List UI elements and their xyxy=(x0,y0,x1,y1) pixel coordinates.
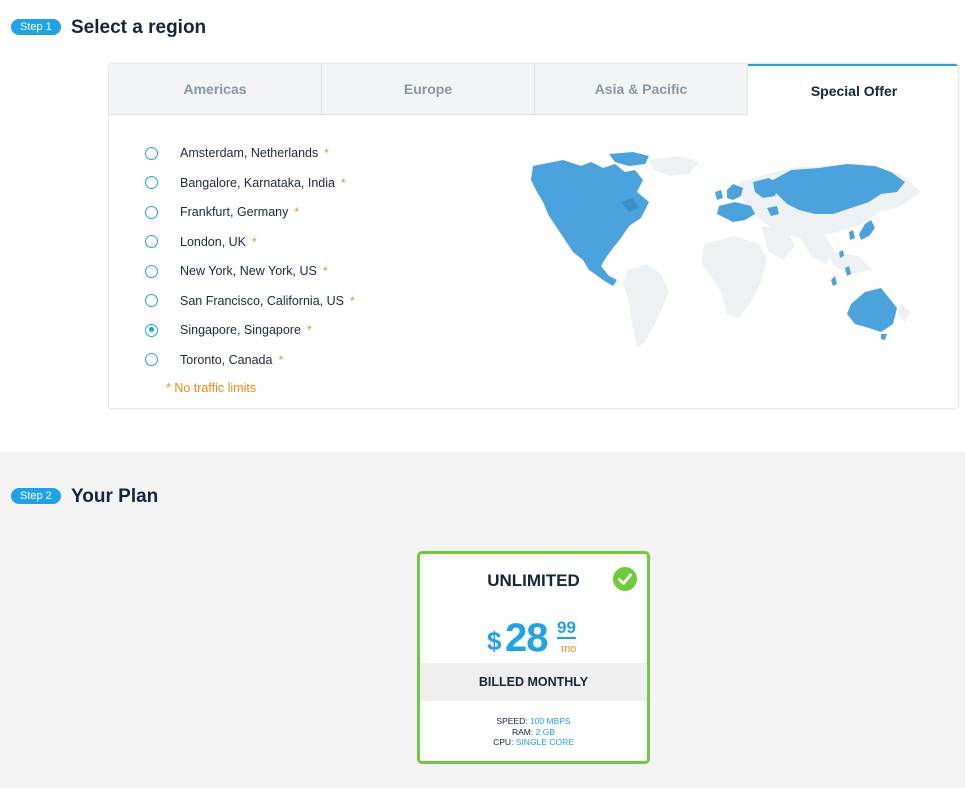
tab-europe[interactable]: Europe xyxy=(322,64,535,115)
tab-special-offer[interactable]: Special Offer xyxy=(748,64,958,115)
step-badge: Step 2 xyxy=(11,488,61,504)
price-amount: 28 xyxy=(505,616,548,660)
world-map xyxy=(531,152,921,348)
region-panel: Americas Europe Asia & Pacific Special O… xyxy=(108,63,959,409)
location-label: Toronto, Canada xyxy=(180,352,273,367)
radio-button[interactable] xyxy=(145,353,158,366)
asterisk: * xyxy=(322,264,328,278)
location-label: Amsterdam, Netherlands xyxy=(180,146,319,160)
asterisk: * xyxy=(306,323,312,337)
asterisk: * xyxy=(278,352,284,367)
location-label: San Francisco, California, US xyxy=(180,293,344,308)
price-cents: 99 xyxy=(557,618,576,639)
region-section: Step 1 Select a region Americas Europe A… xyxy=(0,0,965,452)
radio-button[interactable] xyxy=(145,205,158,219)
step-badge: Step 1 xyxy=(11,19,61,35)
location-option[interactable]: Singapore, Singapore * xyxy=(145,320,312,340)
asterisk: * xyxy=(349,293,355,308)
plan-specs: SPEED: 100 MBPS RAM: 2 GB CPU: SINGLE CO… xyxy=(420,716,647,748)
spec-label: RAM: xyxy=(512,726,534,737)
traffic-note: * No traffic limits xyxy=(166,381,257,395)
location-label: London, UK xyxy=(180,234,247,249)
section-title: Select a region xyxy=(71,17,207,38)
billing-cycle: BILLED MONTHLY xyxy=(420,663,647,701)
region-tabs: Americas Europe Asia & Pacific Special O… xyxy=(109,64,958,115)
tab-americas[interactable]: Americas xyxy=(109,64,322,115)
location-option[interactable]: Bangalore, Karnataka, India * xyxy=(145,173,346,193)
section-title: Your Plan xyxy=(71,486,159,507)
location-option[interactable]: Toronto, Canada * xyxy=(145,350,283,370)
radio-button[interactable] xyxy=(145,146,158,160)
radio-button[interactable] xyxy=(145,176,158,189)
radio-button[interactable] xyxy=(145,264,158,278)
location-option[interactable]: London, UK * xyxy=(145,232,257,252)
price-period: mo xyxy=(561,643,577,655)
location-label: Frankfurt, Germany xyxy=(180,205,289,219)
radio-button[interactable] xyxy=(145,294,158,307)
spec-label: SPEED: xyxy=(496,716,528,726)
spec-value: 100 MBPS xyxy=(529,716,571,726)
location-label: Bangalore, Karnataka, India xyxy=(180,175,335,190)
location-label: Singapore, Singapore xyxy=(180,323,301,337)
spec-value: 2 GB xyxy=(535,726,555,737)
location-option[interactable]: San Francisco, California, US * xyxy=(145,291,355,311)
spec-row: SPEED: 100 MBPS xyxy=(420,716,647,727)
spec-row: RAM: 2 GB xyxy=(420,727,647,738)
tab-asia-pacific[interactable]: Asia & Pacific xyxy=(535,64,748,115)
spec-row: CPU: SINGLE CORE xyxy=(420,737,647,748)
asterisk: * xyxy=(340,175,346,190)
location-option[interactable]: New York, New York, US * xyxy=(145,261,328,281)
asterisk: * xyxy=(252,234,257,249)
asterisk: * xyxy=(294,205,300,219)
location-option[interactable]: Frankfurt, Germany * xyxy=(145,202,299,222)
location-option[interactable]: Amsterdam, Netherlands * xyxy=(145,143,329,163)
spec-label: CPU: xyxy=(493,737,514,747)
asterisk: * xyxy=(324,146,329,160)
checkmark-icon xyxy=(613,567,637,591)
location-label: New York, New York, US xyxy=(180,264,317,278)
plan-card-selected[interactable]: UNLIMITED $ 28 99 mo BILLED MONTHLY SPEE… xyxy=(417,551,650,764)
radio-button[interactable] xyxy=(145,235,158,248)
radio-button-selected[interactable] xyxy=(145,323,158,337)
spec-value: SINGLE CORE xyxy=(515,737,574,747)
price-currency: $ xyxy=(487,626,502,656)
